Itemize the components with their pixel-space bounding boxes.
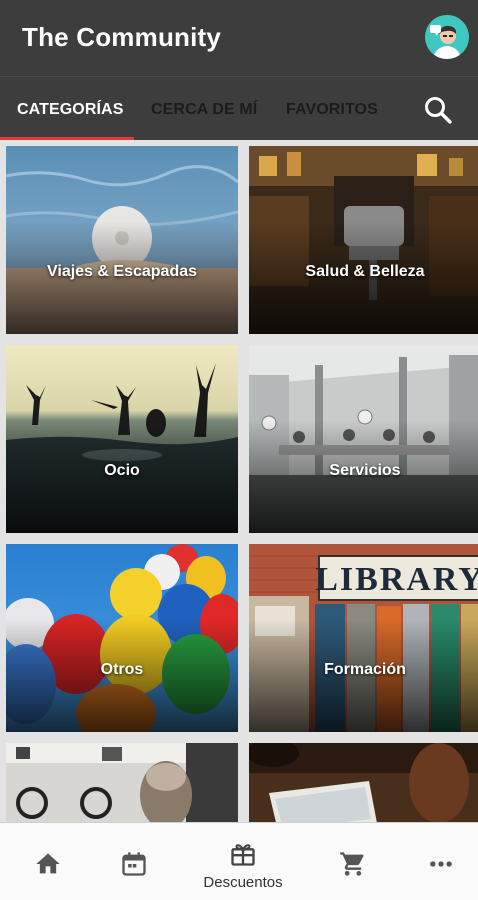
category-label: Salud & Belleza — [305, 263, 425, 280]
nav-descuentos[interactable]: Descuentos — [195, 823, 291, 900]
category-image — [6, 743, 238, 822]
category-label: Servicios — [329, 462, 401, 479]
cart-icon — [340, 852, 364, 876]
app-bar: The Community — [0, 0, 478, 76]
bottom-nav: Descuentos — [0, 822, 478, 900]
tab-bar: CATEGORÍAS CERCA DE MÍ FAVORITOS — [0, 76, 478, 140]
tab-cerca-de-mi[interactable]: CERCA DE MÍ — [151, 101, 257, 119]
avatar[interactable] — [425, 15, 469, 59]
tab-categorias[interactable]: CATEGORÍAS — [17, 101, 123, 119]
more-icon — [430, 861, 452, 867]
nav-label-descuentos: Descuentos — [203, 874, 283, 891]
app-title: The Community — [22, 22, 222, 52]
library-sign-text: LIBRARY — [315, 561, 478, 598]
search-button[interactable] — [422, 94, 454, 126]
nav-cart[interactable] — [305, 823, 401, 900]
category-label: Ocio — [104, 462, 140, 479]
search-icon — [425, 97, 452, 124]
home-icon — [36, 853, 60, 874]
category-image — [249, 743, 478, 822]
nav-calendar[interactable] — [86, 823, 182, 900]
category-label: Viajes & Escapadas — [46, 263, 198, 280]
tab-favoritos[interactable]: FAVORITOS — [286, 101, 378, 119]
category-tile-ocio[interactable]: Ocio — [6, 345, 238, 533]
calendar-icon — [122, 852, 146, 876]
category-tile-salud[interactable]: Salud & Belleza — [249, 146, 478, 334]
category-label: Otros — [100, 661, 144, 678]
category-label: Formación — [324, 661, 406, 678]
category-tile-viajes[interactable]: Viajes & Escapadas — [6, 146, 238, 334]
nav-more[interactable] — [393, 823, 478, 900]
category-tile-7[interactable] — [6, 743, 238, 822]
category-grid: Viajes & Escapadas Salud & Belleza Ocio … — [0, 140, 478, 822]
category-tile-servicios[interactable]: Servicios — [249, 345, 478, 533]
gift-icon — [231, 844, 255, 866]
category-tile-formacion[interactable]: LIBRARY Formación — [249, 544, 478, 732]
category-tile-otros[interactable]: Otros — [6, 544, 238, 732]
nav-home[interactable] — [0, 823, 96, 900]
category-tile-8[interactable] — [249, 743, 478, 822]
